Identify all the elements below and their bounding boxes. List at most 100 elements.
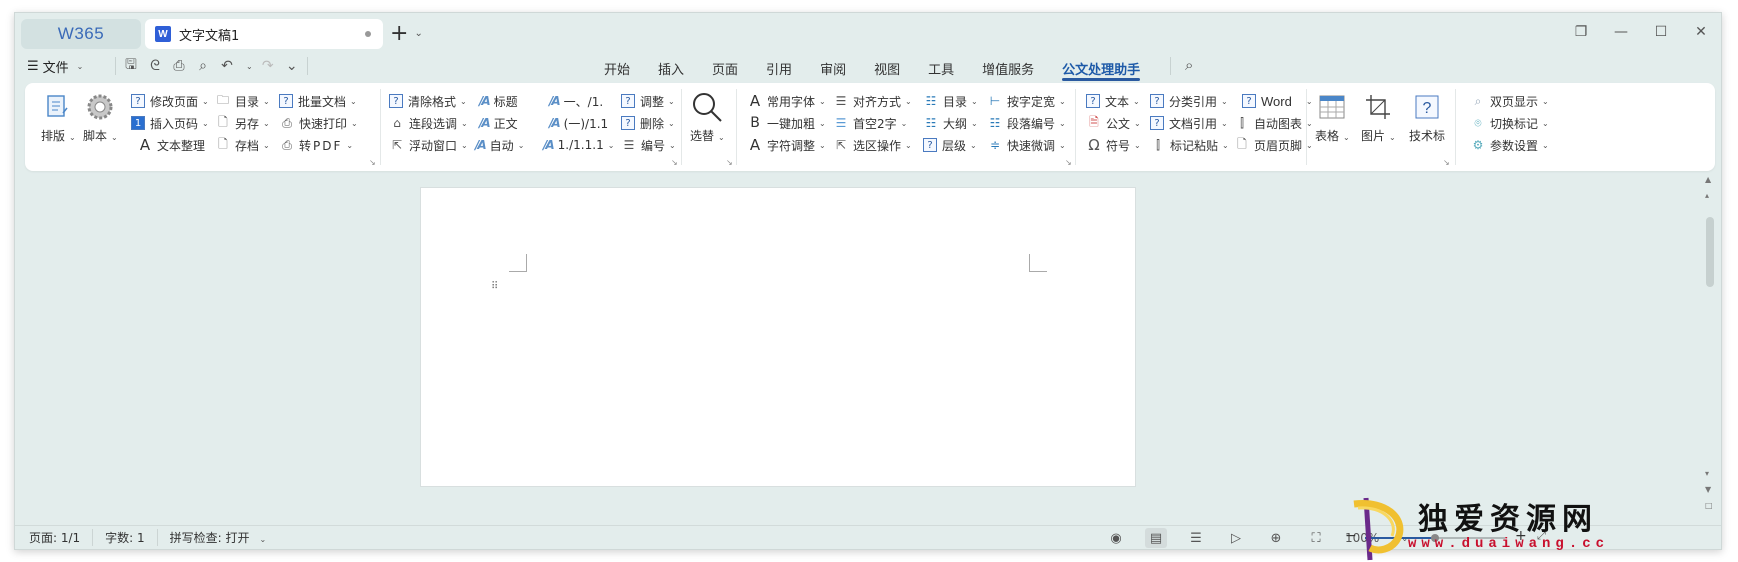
level-button[interactable]: ? 层级 ⌄ (923, 135, 977, 155)
zoom-in-icon[interactable]: + (1515, 528, 1527, 544)
select-browse-icon[interactable]: □ (1705, 501, 1713, 510)
new-tab-plus-icon[interactable]: + (390, 21, 408, 46)
script-button[interactable]: 脚本 ⌄ (83, 91, 118, 144)
word-count[interactable]: 字数: 1 (93, 529, 158, 546)
scroll-down-icon[interactable]: ▾ (1705, 469, 1709, 478)
page-view-icon[interactable]: ▤ (1145, 528, 1167, 548)
fit-page-icon[interactable]: ⛶ (1305, 528, 1327, 548)
common-fonts-button[interactable]: A 常用字体 ⌄ (747, 91, 826, 111)
maximize-icon[interactable]: ☐ (1641, 19, 1681, 45)
wps-home-tab[interactable]: W365 (21, 19, 141, 49)
scroll-up-icon[interactable]: ▴ (1705, 191, 1709, 200)
table-button[interactable]: 表格 ⌄ (1315, 91, 1350, 144)
group-expand-icon[interactable]: ↘ (726, 158, 733, 167)
typeset-button[interactable]: 排版 ⌄ (41, 91, 76, 144)
quick-print-button[interactable]: ⎙ 快速打印 ⌄ (279, 113, 358, 133)
auto-chart-button[interactable]: ⫿ 自动图表 ⌄ (1234, 113, 1313, 133)
close-icon[interactable]: ✕ (1681, 19, 1721, 45)
vertical-scrollbar[interactable]: ▲ ▴ ▾ ▼ □ (1701, 173, 1721, 523)
unsaved-dot-icon[interactable] (365, 31, 371, 37)
clear-format-button[interactable]: ? 清除格式 ⌄ (389, 91, 467, 111)
batch-document-button[interactable]: ? 批量文档 ⌄ (279, 91, 357, 111)
toc-list-button[interactable]: ☷ 目录 ⌄ (923, 91, 978, 111)
insert-page-number-button[interactable]: 1 插入页码 ⌄ (131, 113, 209, 133)
paragraph-select-button[interactable]: ⌂ 连段选调 ⌄ (389, 113, 468, 133)
tab-page[interactable]: 页面 (698, 55, 752, 81)
group-expand-icon[interactable]: ↘ (1443, 158, 1450, 167)
group-expand-icon[interactable]: ↘ (671, 158, 678, 167)
text-insert-button[interactable]: ? 文本 ⌄ (1086, 91, 1140, 111)
official-doc-button[interactable]: 🗎 公文 ⌄ (1086, 113, 1141, 133)
undo-icon[interactable]: ↶ (218, 57, 236, 75)
zoom-out-icon[interactable]: − (1345, 528, 1357, 544)
layout-switch-icon[interactable]: ❐ (1561, 19, 1601, 45)
numbering-button[interactable]: ☰ 编号 ⌄ (621, 135, 676, 155)
print-preview-icon[interactable]: ⌕ (194, 57, 212, 75)
tab-insert[interactable]: 插入 (644, 55, 698, 81)
archive-button[interactable]: 🗋 存档 ⌄ (215, 135, 270, 155)
play-icon[interactable]: ▷ (1225, 528, 1247, 548)
group-expand-icon[interactable]: ↘ (369, 158, 376, 167)
delete-button[interactable]: ? 删除 ⌄ (621, 113, 675, 133)
tab-review[interactable]: 审阅 (806, 55, 860, 81)
format-painter-icon[interactable]: ᘓ (146, 57, 164, 75)
web-view-icon[interactable]: ⊕ (1265, 528, 1287, 548)
outline-button[interactable]: ☷ 大纲 ⌄ (923, 113, 978, 133)
quick-tune-button[interactable]: ≑ 快速微调 ⌄ (987, 135, 1066, 155)
document-reference-button[interactable]: ? 文档引用 ⌄ (1150, 113, 1228, 133)
find-replace-button[interactable]: 选替 ⌄ (690, 91, 725, 144)
next-page-icon[interactable]: ▼ (1705, 485, 1711, 494)
selection-ops-button[interactable]: ⇱ 选区操作 ⌄ (833, 135, 912, 155)
tab-home[interactable]: 开始 (590, 55, 644, 81)
text-cleanup-button[interactable]: A 文本整理 (137, 135, 205, 155)
heading-style-button[interactable]: /A 标题 (479, 91, 518, 111)
prev-page-icon[interactable]: ▲ (1705, 175, 1711, 184)
word-button[interactable]: ? Word ⌄ (1242, 91, 1313, 111)
mark-paste-button[interactable]: ⫿ 标记粘贴 ⌄ (1150, 135, 1229, 155)
modify-page-button[interactable]: ? 修改页面 ⌄ (131, 91, 209, 111)
category-reference-button[interactable]: ? 分类引用 ⌄ (1150, 91, 1228, 111)
body-style-button[interactable]: /A 正文 (479, 113, 518, 133)
bold-all-button[interactable]: B 一键加粗 ⌄ (747, 113, 826, 133)
floating-window-button[interactable]: ⇱ 浮动窗口 ⌄ (389, 135, 468, 155)
numbering-style-2-button[interactable]: /A (一)/1.1 (549, 113, 608, 133)
char-adjust-button[interactable]: A 字符调整 ⌄ (747, 135, 826, 155)
image-button[interactable]: 图片 ⌄ (1361, 91, 1396, 144)
tab-view[interactable]: 视图 (860, 55, 914, 81)
toggle-marks-button[interactable]: ⌾ 切换标记 ⌄ (1470, 113, 1548, 133)
auto-style-button[interactable]: /A 自动 ⌄ (475, 135, 524, 155)
document-tab[interactable]: W 文字文稿1 (145, 19, 383, 49)
page-count[interactable]: 页面: 1/1 (29, 529, 94, 546)
convert-pdf-button[interactable]: ⎙ 转PDF ⌄ (279, 135, 353, 155)
new-tab-chevron-icon[interactable]: ⌄ (414, 28, 422, 39)
outline-view-icon[interactable]: ☰ (1185, 528, 1207, 548)
minimize-icon[interactable]: — (1601, 19, 1641, 45)
symbol-button[interactable]: Ω 符号 ⌄ (1086, 135, 1140, 155)
scroll-thumb[interactable] (1706, 217, 1714, 287)
toc-button[interactable]: 🗀 目录 ⌄ (215, 91, 270, 111)
save-icon[interactable]: 🖫 (122, 57, 140, 75)
document-page[interactable]: ⠿ (420, 187, 1136, 487)
alignment-button[interactable]: ☰ 对齐方式 ⌄ (833, 91, 912, 111)
dual-page-button[interactable]: ⌕ 双页显示 ⌄ (1470, 91, 1549, 111)
zoom-slider[interactable] (1365, 534, 1505, 542)
file-menu[interactable]: ☰ 文件 ⌄ (27, 57, 83, 76)
undo-chevron-icon[interactable]: ⌄ (246, 62, 253, 71)
tab-official-doc-assistant[interactable]: 公文处理助手 (1048, 55, 1154, 81)
settings-button[interactable]: ⚙ 参数设置 ⌄ (1470, 135, 1549, 155)
tab-tools[interactable]: 工具 (914, 55, 968, 81)
more-chevron-icon[interactable]: ⌄ (283, 57, 301, 75)
spell-check-toggle[interactable]: 拼写检查: 打开 ⌄ (158, 529, 279, 546)
adjust-button[interactable]: ? 调整 ⌄ (621, 91, 675, 111)
print-icon[interactable]: ⎙ (170, 57, 188, 75)
tech-bid-button[interactable]: ? 技术标 (1409, 91, 1445, 144)
fullscreen-icon[interactable]: ⤢ (1537, 529, 1546, 543)
fixed-char-width-button[interactable]: ⊢ 按字定宽 ⌄ (987, 91, 1066, 111)
drag-handle-icon[interactable]: ⠿ (491, 282, 501, 292)
zoom-slider-knob[interactable] (1431, 534, 1439, 542)
header-footer-button[interactable]: 🗋 页眉页脚 ⌄ (1234, 135, 1313, 155)
save-as-button[interactable]: 🗋 另存 ⌄ (215, 113, 270, 133)
redo-icon[interactable]: ↷ (259, 57, 277, 75)
tab-value-added[interactable]: 增值服务 (968, 55, 1048, 81)
tab-references[interactable]: 引用 (752, 55, 806, 81)
